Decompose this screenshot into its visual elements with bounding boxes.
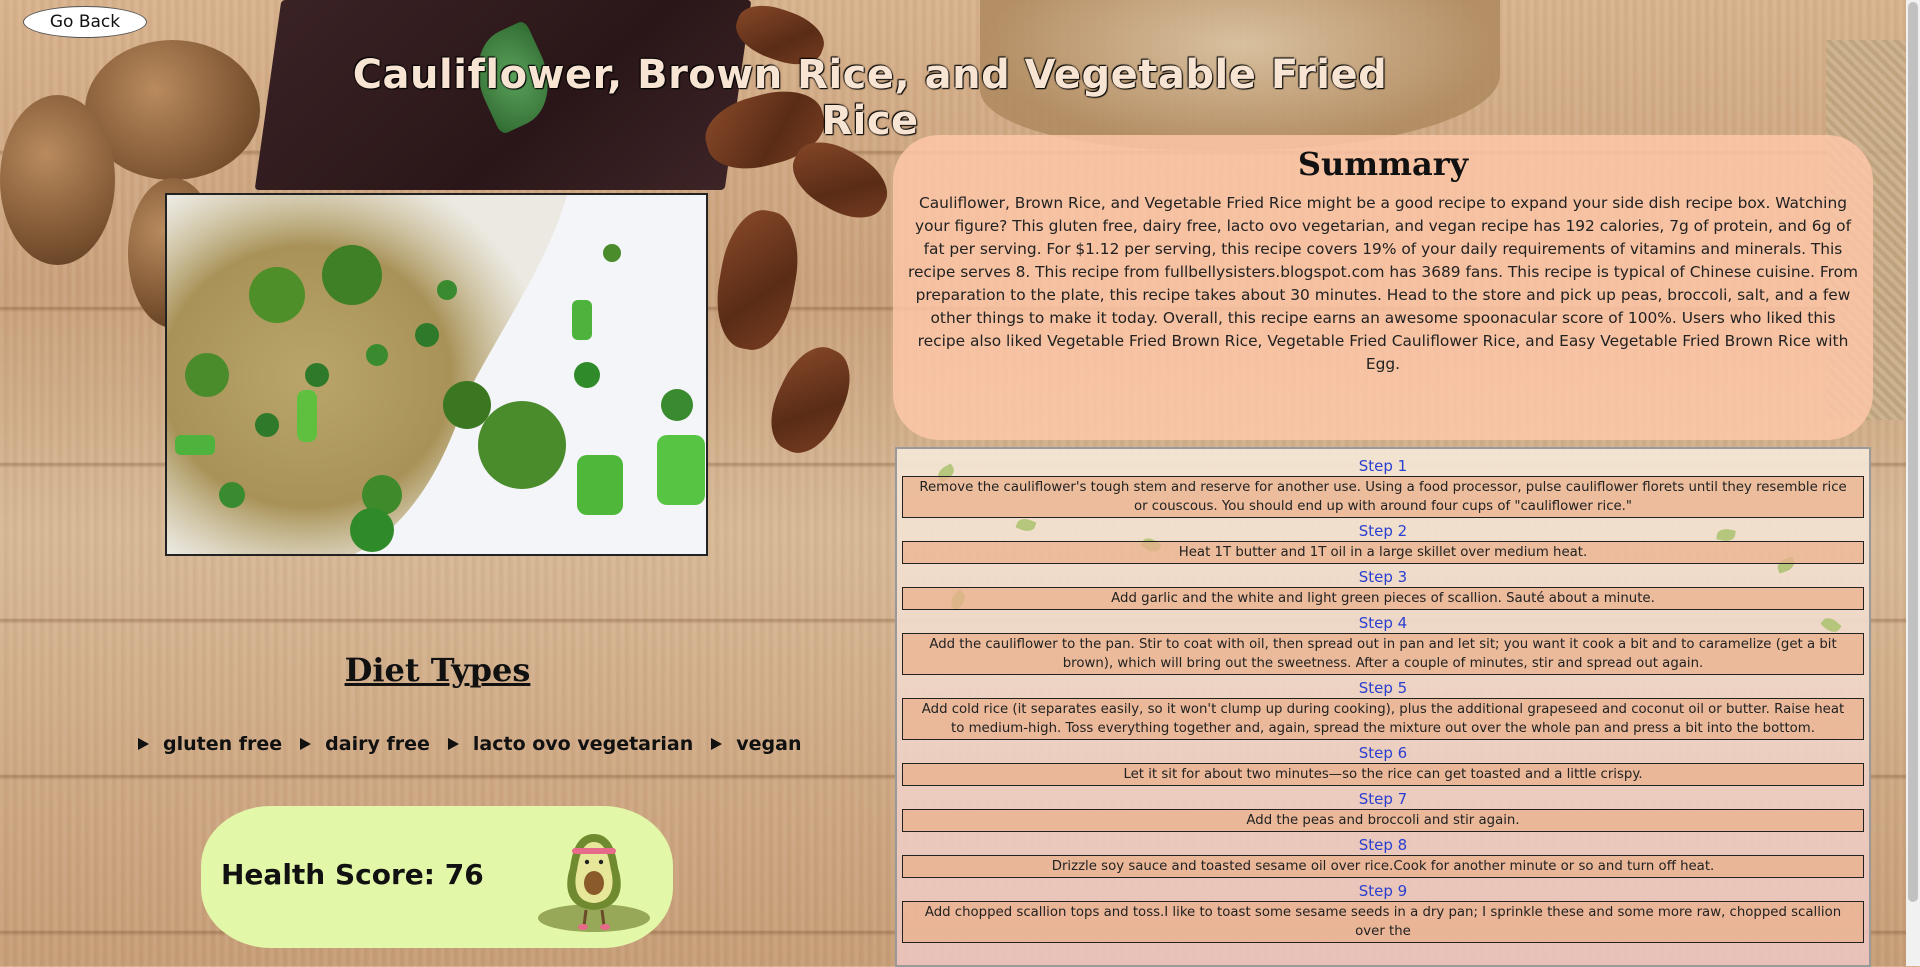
step-text: Add garlic and the white and light green… (902, 587, 1864, 610)
step-label: Step 6 (1358, 744, 1408, 762)
diet-types-list: gluten free dairy free lacto ovo vegetar… (138, 733, 819, 755)
step-label: Step 7 (1358, 790, 1408, 808)
recipe-title: Cauliflower, Brown Rice, and Vegetable F… (352, 52, 1388, 144)
step-text: Remove the cauliflower's tough stem and … (902, 476, 1864, 518)
pecan-decoration (708, 204, 807, 356)
step-text: Add chopped scallion tops and toss.I lik… (902, 901, 1864, 943)
health-score-card: Health Score: 76 (201, 806, 673, 948)
diet-type-item: lacto ovo vegetarian (447, 733, 694, 755)
diet-type-label: lacto ovo vegetarian (472, 733, 694, 755)
diet-type-item: vegan (711, 733, 801, 755)
triangle-bullet-icon (447, 738, 459, 750)
triangle-bullet-icon (711, 738, 723, 750)
step-text: Add the cauliflower to the pan. Stir to … (902, 633, 1864, 675)
diet-type-item: dairy free (300, 733, 430, 755)
walnut-decoration (0, 95, 115, 265)
go-back-button[interactable]: Go Back (23, 6, 147, 38)
diet-types-heading: Diet Types (344, 651, 531, 689)
step-text: Heat 1T butter and 1T oil in a large ski… (902, 541, 1864, 564)
pecan-decoration (781, 129, 899, 231)
diet-type-label: vegan (736, 733, 802, 755)
step-label: Step 3 (1358, 568, 1408, 586)
step-text: Add the peas and broccoli and stir again… (902, 809, 1864, 832)
avocado-mascot-icon (538, 834, 650, 932)
recipe-image (165, 193, 708, 556)
summary-text: Cauliflower, Brown Rice, and Vegetable F… (907, 194, 1859, 373)
scrollbar-thumb[interactable] (1908, 2, 1918, 902)
step-text: Add cold rice (it separates easily, so i… (902, 698, 1864, 740)
step-label: Step 5 (1358, 679, 1408, 697)
pecan-decoration (757, 336, 864, 464)
diet-type-item: gluten free (138, 733, 282, 755)
summary-heading: Summary (1297, 145, 1469, 183)
diet-type-label: dairy free (325, 733, 430, 755)
step-text: Drizzle soy sauce and toasted sesame oil… (902, 855, 1864, 878)
triangle-bullet-icon (138, 738, 149, 750)
step-label: Step 8 (1358, 836, 1408, 854)
step-label: Step 9 (1358, 882, 1408, 900)
step-label: Step 1 (1358, 457, 1408, 475)
page-scrollbar[interactable] (1906, 0, 1920, 966)
triangle-bullet-icon (300, 738, 312, 750)
step-label: Step 2 (1358, 522, 1408, 540)
instructions-panel: Step 1 Remove the cauliflower's tough st… (895, 447, 1871, 967)
walnut-decoration (85, 40, 260, 180)
diet-type-label: gluten free (163, 733, 283, 755)
step-text: Let it sit for about two minutes—so the … (902, 763, 1864, 786)
health-score-label: Health Score: 76 (221, 858, 484, 891)
step-label: Step 4 (1358, 614, 1408, 632)
fried-rice-illustration (167, 195, 706, 554)
summary-panel: Summary Cauliflower, Brown Rice, and Veg… (893, 135, 1873, 440)
